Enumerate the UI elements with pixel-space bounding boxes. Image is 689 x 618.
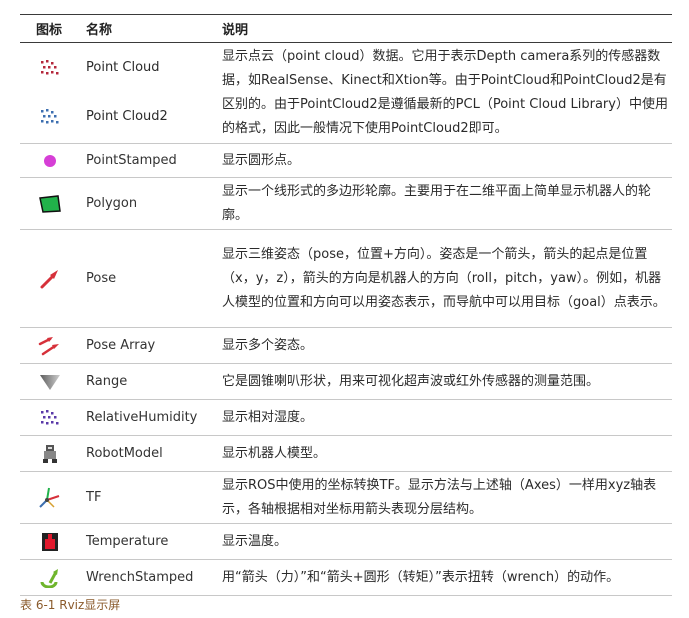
name-pose: Pose (86, 270, 117, 286)
name-robot-model: RobotModel (86, 445, 163, 461)
table-row-temperature: Temperature 显示温度。 (20, 524, 672, 560)
wrench-stamped-icon (40, 568, 58, 588)
header-name: 名称 (86, 23, 113, 38)
name-range: Range (86, 373, 128, 389)
temperature-icon (42, 532, 58, 551)
name-point-cloud: Point Cloud (86, 59, 160, 75)
name-relative-humidity: RelativeHumidity (86, 409, 198, 425)
point-stamped-icon (44, 154, 56, 167)
desc-range: 它是圆锥喇叭形状，用来可视化超声波或红外传感器的测量范围。 (222, 373, 600, 389)
table-caption: 表 6-1 Rviz显示屏 (20, 598, 121, 612)
name-temperature: Temperature (86, 533, 169, 549)
table-row-pose-array: Pose Array 显示多个姿态。 (20, 328, 672, 364)
tf-axes-icon (39, 487, 60, 508)
pose-arrow-icon (40, 269, 58, 288)
desc-wrench-stamped: 用“箭头（力）”和“箭头+圆形（转矩）”表示扭转（wrench）的动作。 (222, 569, 620, 585)
desc-polygon: 显示一个线形式的多边形轮廓。主要用于在二维平面上简单显示机器人的轮廓。 (222, 183, 652, 223)
desc-temperature: 显示温度。 (222, 533, 288, 549)
header-desc: 说明 (222, 23, 249, 38)
name-point-cloud2: Point Cloud2 (86, 108, 168, 124)
table-row-relative-humidity: RelativeHumidity 显示相对湿度。 (20, 400, 672, 436)
name-tf: TF (86, 489, 102, 505)
desc-robot-model: 显示机器人模型。 (222, 445, 327, 461)
table-row-point-cloud: Point Cloud Point Cloud2 显示点云（point clou… (20, 43, 672, 144)
sub-row-point-cloud2: Point Cloud2 (20, 92, 216, 141)
table-row-polygon: Polygon 显示一个线形式的多边形轮廓。主要用于在二维平面上简单显示机器人的… (20, 178, 672, 230)
relative-humidity-icon (41, 409, 59, 424)
table-row-wrench-stamped: WrenchStamped 用“箭头（力）”和“箭头+圆形（转矩）”表示扭转（w… (20, 560, 672, 596)
polygon-icon (39, 194, 61, 213)
robot-model-icon (43, 444, 57, 463)
rviz-display-table: 图标 名称 说明 Point Cloud Point Cloud2 显示点云（p… (20, 14, 672, 596)
header-icon: 图标 (36, 23, 63, 38)
name-pose-array: Pose Array (86, 337, 156, 353)
desc-relative-humidity: 显示相对湿度。 (222, 409, 314, 425)
sub-row-point-cloud: Point Cloud (20, 43, 216, 92)
desc-tf: 显示ROS中使用的坐标转换TF。显示方法与上述轴（Axes）一样用xyz轴表示，… (222, 477, 657, 517)
desc-point-stamped: 显示圆形点。 (222, 152, 301, 168)
name-point-stamped: PointStamped (86, 152, 177, 168)
table-row-robot-model: RobotModel 显示机器人模型。 (20, 436, 672, 472)
desc-point-cloud: 显示点云（point cloud）数据。它用于表示Depth camera系列的… (222, 49, 668, 136)
point-cloud-icon (41, 59, 59, 74)
table-row-pose: Pose 显示三维姿态（pose，位置+方向）。姿态是一个箭头，箭头的起点是位置… (20, 230, 672, 328)
name-wrench-stamped: WrenchStamped (86, 569, 194, 585)
table-header: 图标 名称 说明 (20, 14, 672, 43)
name-polygon: Polygon (86, 195, 138, 211)
pose-array-icon (38, 336, 59, 355)
desc-pose: 显示三维姿态（pose，位置+方向）。姿态是一个箭头，箭头的起点是位置（x，y，… (222, 246, 666, 310)
table-row-tf: TF 显示ROS中使用的坐标转换TF。显示方法与上述轴（Axes）一样用xyz轴… (20, 472, 672, 524)
table-row-point-stamped: PointStamped 显示圆形点。 (20, 144, 672, 178)
desc-pose-array: 显示多个姿态。 (222, 337, 314, 353)
range-cone-icon (40, 374, 60, 390)
point-cloud2-icon (41, 108, 59, 123)
table-row-range: Range 它是圆锥喇叭形状，用来可视化超声波或红外传感器的测量范围。 (20, 364, 672, 400)
